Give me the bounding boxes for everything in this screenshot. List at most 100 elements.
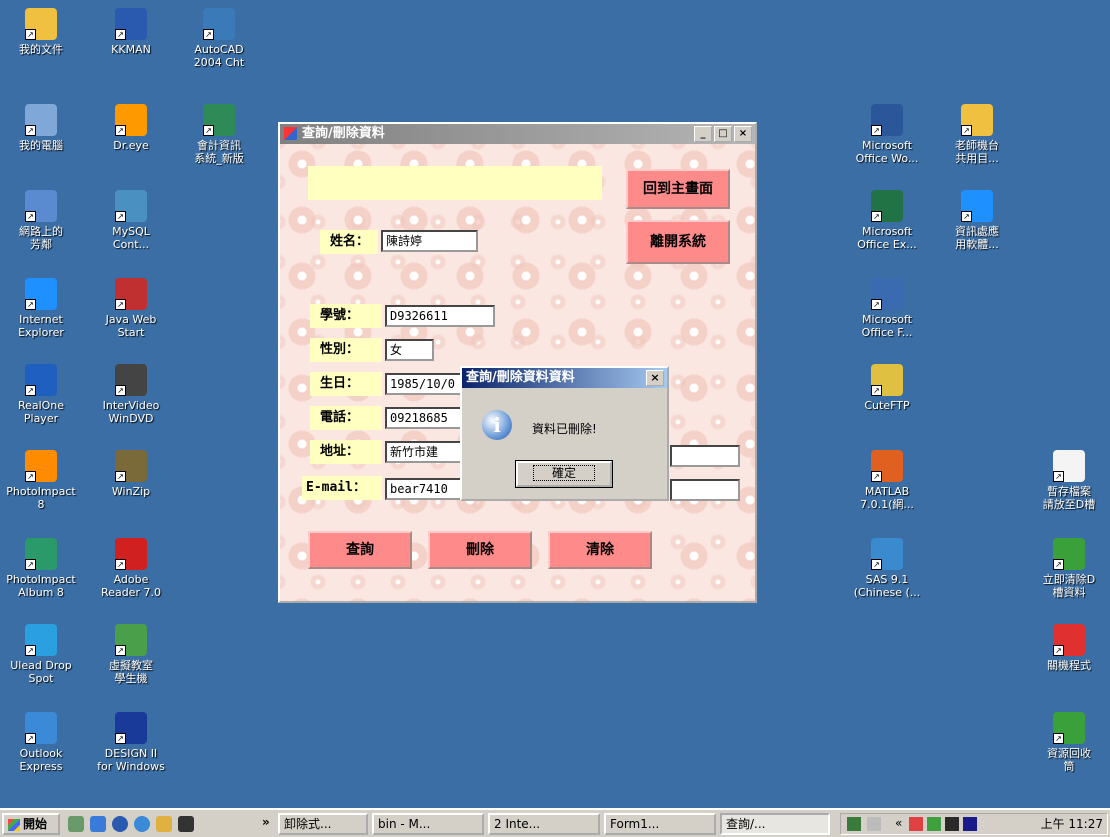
maximize-button[interactable]: □	[714, 126, 732, 142]
home-button[interactable]: 回到主畫面	[626, 169, 730, 209]
name-field[interactable]: 陳詩婷	[381, 230, 478, 252]
desktop-icon-left-11[interactable]: ↗ InterVideo WinDVD	[92, 364, 170, 425]
minimize-button[interactable]: _	[694, 126, 712, 142]
taskbar-item-internet[interactable]: 2 Inte...	[488, 813, 600, 835]
desktop-icon-label: Dr.eye	[113, 139, 149, 152]
desktop-icon-left-19[interactable]: ↗ DESIGN II for Windows	[92, 712, 170, 773]
desktop-icon-left-10[interactable]: ↗ RealOne Player	[2, 364, 80, 425]
network-icon: ↗	[25, 190, 57, 222]
frontpage-icon: ↗	[871, 278, 903, 310]
tray-app-icon-2[interactable]	[927, 817, 941, 831]
desktop-icon-right-0[interactable]: ↗ Microsoft Office Wo...	[848, 104, 926, 165]
desktop-icon-label: RealOne Player	[17, 399, 65, 425]
shortcut-arrow-icon: ↗	[115, 125, 126, 136]
shortcut-arrow-icon: ↗	[871, 559, 882, 570]
desktop-icon-right-5[interactable]: ↗ CuteFTP	[848, 364, 926, 412]
desktop-icon-label: PhotoImpact 8	[6, 485, 76, 511]
desktop-icon-right-11[interactable]: ↗ 資源回收 筒	[1030, 712, 1108, 773]
desktop-icon-left-14[interactable]: ↗ PhotoImpact Album 8	[2, 538, 80, 599]
java-icon: ↗	[115, 278, 147, 310]
clock[interactable]: 上午 11:27	[1041, 815, 1103, 833]
desktop-icon-label: 老師機台 共用目...	[955, 139, 999, 165]
desktop-icon-left-0[interactable]: ↗ 我的文件	[2, 8, 80, 56]
email-field-tail[interactable]	[670, 479, 740, 501]
show-desktop-icon[interactable]	[68, 816, 84, 832]
desktop-icon-right-1[interactable]: ↗ 老師機台 共用目...	[938, 104, 1016, 165]
exit-system-button[interactable]: 離開系統	[626, 220, 730, 264]
desktop-icon-label: 虛擬教室 學生機	[109, 659, 153, 685]
recycle-shortcut-icon: ↗	[1053, 538, 1085, 570]
desktop-icon-left-8[interactable]: ↗ Internet Explorer	[2, 278, 80, 339]
desktop-icon-right-9[interactable]: ↗ 立即清除D 槽資料	[1030, 538, 1108, 599]
desktop-icon-left-5[interactable]: ↗ 會計資訊 系統_新版	[180, 104, 258, 165]
keyboard-icon[interactable]	[867, 817, 881, 831]
desktop-icon-label: WinZip	[111, 485, 151, 498]
close-button[interactable]: ×	[734, 126, 752, 142]
taskbar-item-bin[interactable]: bin - M...	[372, 813, 484, 835]
tray-app-icon-3[interactable]	[945, 817, 959, 831]
desktop-icon-right-8[interactable]: ↗ 暫存檔案 請放至D槽	[1030, 450, 1108, 511]
text-file-icon: ↗	[1053, 450, 1085, 482]
taskbar-item-query-delete[interactable]: 查詢/...	[720, 813, 830, 835]
delete-button[interactable]: 刪除	[428, 531, 532, 569]
desktop-icon-left-1[interactable]: ↗ KKMAN	[92, 8, 170, 56]
desktop-icon-left-6[interactable]: ↗ 網路上的 芳鄰	[2, 190, 80, 251]
desktop-icon-right-4[interactable]: ↗ Microsoft Office F...	[848, 278, 926, 339]
dropspot-icon: ↗	[25, 624, 57, 656]
ok-button-label: 確定	[532, 465, 595, 481]
desktop-icon-right-2[interactable]: ↗ Microsoft Office Ex...	[848, 190, 926, 251]
desktop-icon-right-3[interactable]: ↗ 資訊處應 用軟體...	[938, 190, 1016, 251]
desktop-icon-right-6[interactable]: ↗ MATLAB 7.0.1(網...	[848, 450, 926, 511]
taskbar: 開始 » 卸除式... bin - M... 2 Inte... Form1..…	[0, 808, 1110, 837]
desktop-icon-left-9[interactable]: ↗ Java Web Start	[92, 278, 170, 339]
explorer-quicklaunch-icon[interactable]	[156, 816, 172, 832]
cmd-quicklaunch-icon[interactable]	[178, 816, 194, 832]
tray-app-icon-4[interactable]	[963, 817, 977, 831]
email-label: E-mail：	[302, 476, 382, 500]
query-button[interactable]: 查詢	[308, 531, 412, 569]
desktop-icon-label: Ulead Drop Spot	[10, 659, 72, 685]
email-field[interactable]: bear7410	[385, 478, 465, 500]
taskbar-item-form1[interactable]: Form1...	[604, 813, 716, 835]
shortcut-arrow-icon: ↗	[871, 385, 882, 396]
mysql-icon: ↗	[115, 190, 147, 222]
dreye-icon: ↗	[115, 104, 147, 136]
media-quicklaunch-icon[interactable]	[134, 816, 150, 832]
desktop-icon-left-12[interactable]: ↗ PhotoImpact 8	[2, 450, 80, 511]
quicklaunch-more-chevron[interactable]: »	[262, 813, 274, 835]
window-titlebar[interactable]: 查詢/刪除資料 _ □ ×	[280, 124, 755, 144]
clear-button[interactable]: 清除	[548, 531, 652, 569]
desktop-icon-left-18[interactable]: ↗ Outlook Express	[2, 712, 80, 773]
birthday-field[interactable]: 1985/10/0	[385, 373, 465, 395]
ime-icon[interactable]	[847, 817, 861, 831]
desktop-icon-left-13[interactable]: ↗ WinZip	[92, 450, 170, 498]
desktop-icon-right-10[interactable]: ↗ 關機程式	[1030, 624, 1108, 672]
phone-field[interactable]: 09218685	[385, 407, 465, 429]
desktop-icon-left-16[interactable]: ↗ Ulead Drop Spot	[2, 624, 80, 685]
student-id-field[interactable]: D9326611	[385, 305, 495, 327]
ok-button[interactable]: 確定	[515, 460, 613, 488]
address-field[interactable]: 新竹市建	[385, 441, 465, 463]
desktop-icon-left-15[interactable]: ↗ Adobe Reader 7.0	[92, 538, 170, 599]
address-field-tail[interactable]	[670, 445, 740, 467]
dialog-close-button[interactable]: ×	[646, 370, 664, 386]
name-label: 姓名：	[320, 230, 378, 254]
ie-quicklaunch-icon[interactable]	[90, 816, 106, 832]
tray-app-icon-1[interactable]	[909, 817, 923, 831]
student-id-label: 學號：	[310, 304, 382, 328]
realone-quicklaunch-icon[interactable]	[112, 816, 128, 832]
status-banner	[308, 166, 602, 200]
taskbar-item-removable[interactable]: 卸除式...	[278, 813, 368, 835]
desktop-icon-right-7[interactable]: ↗ SAS 9.1 (Chinese (...	[848, 538, 926, 599]
gender-field[interactable]: 女	[385, 339, 434, 361]
desktop-icon-left-17[interactable]: ↗ 虛擬教室 學生機	[92, 624, 170, 685]
desktop-icon-label: Java Web Start	[105, 313, 157, 339]
shortcut-arrow-icon: ↗	[25, 645, 36, 656]
start-button[interactable]: 開始	[2, 813, 60, 835]
desktop-icon-left-2[interactable]: ↗ AutoCAD 2004 Cht	[180, 8, 258, 69]
tray-expand-chevron[interactable]: «	[895, 814, 902, 832]
desktop-icon-left-7[interactable]: ↗ MySQL Cont...	[92, 190, 170, 251]
desktop-icon-left-4[interactable]: ↗ Dr.eye	[92, 104, 170, 152]
desktop-icon-left-3[interactable]: ↗ 我的電腦	[2, 104, 80, 152]
dialog-titlebar[interactable]: 查詢/刪除資料資料 ×	[462, 368, 667, 388]
